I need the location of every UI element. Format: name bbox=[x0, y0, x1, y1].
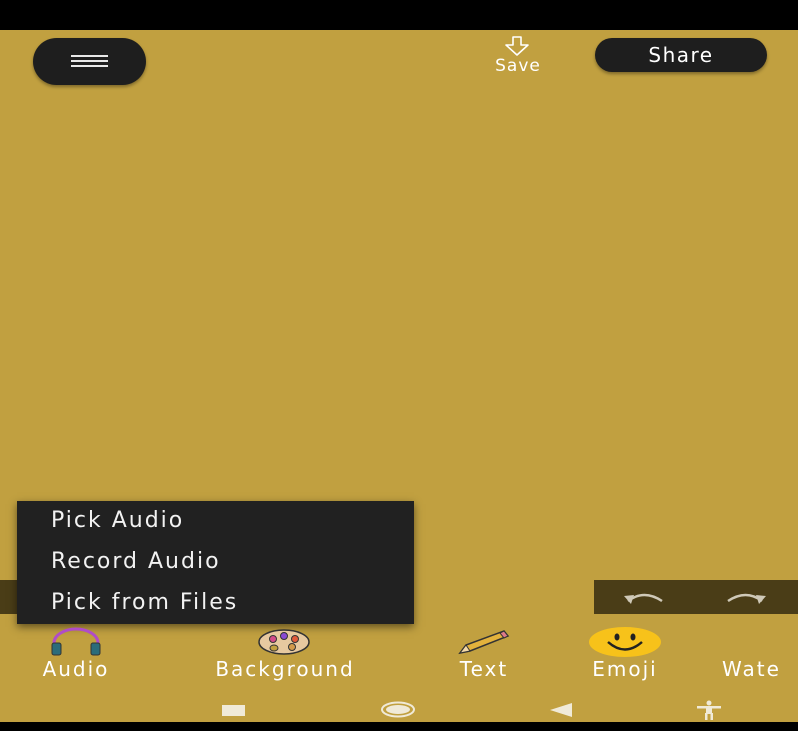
save-label: Save bbox=[495, 56, 541, 76]
tool-text[interactable]: Text bbox=[446, 627, 522, 683]
audio-options-menu: Pick Audio Record Audio Pick from Files bbox=[17, 501, 414, 624]
tool-background-label: Background bbox=[215, 657, 355, 681]
accessibility-icon[interactable] bbox=[695, 700, 723, 720]
menu-item-record-audio[interactable]: Record Audio bbox=[51, 544, 221, 580]
tool-emoji-label: Emoji bbox=[592, 657, 658, 681]
status-bar bbox=[0, 0, 798, 30]
save-button[interactable]: Save bbox=[478, 36, 558, 78]
undo-redo-bar bbox=[594, 580, 798, 614]
pencil-icon bbox=[458, 630, 510, 655]
menu-item-pick-audio[interactable]: Pick Audio bbox=[51, 503, 184, 539]
share-button[interactable]: Share bbox=[595, 38, 767, 72]
redo-icon[interactable] bbox=[724, 589, 768, 605]
palette-icon bbox=[258, 629, 310, 655]
recents-icon[interactable] bbox=[222, 705, 245, 716]
bottom-edge bbox=[0, 722, 798, 731]
back-icon[interactable] bbox=[549, 702, 573, 718]
menu-button[interactable] bbox=[33, 38, 146, 85]
tool-background[interactable]: Background bbox=[178, 627, 392, 683]
smiley-icon bbox=[589, 627, 661, 657]
tool-watermark[interactable]: Wate bbox=[722, 627, 798, 683]
tool-emoji[interactable]: Emoji bbox=[576, 627, 674, 683]
hamburger-icon bbox=[71, 55, 108, 67]
tool-text-label: Text bbox=[459, 657, 509, 681]
system-nav-bar bbox=[0, 698, 798, 722]
tool-audio[interactable]: Audio bbox=[24, 627, 128, 683]
home-icon[interactable] bbox=[380, 701, 416, 718]
headphones-icon bbox=[51, 627, 101, 656]
tool-watermark-label: Wate bbox=[722, 657, 781, 681]
undo-icon[interactable] bbox=[622, 589, 666, 605]
tool-audio-label: Audio bbox=[42, 657, 110, 681]
download-arrow-icon bbox=[505, 36, 529, 56]
menu-item-pick-from-files[interactable]: Pick from Files bbox=[51, 585, 238, 621]
